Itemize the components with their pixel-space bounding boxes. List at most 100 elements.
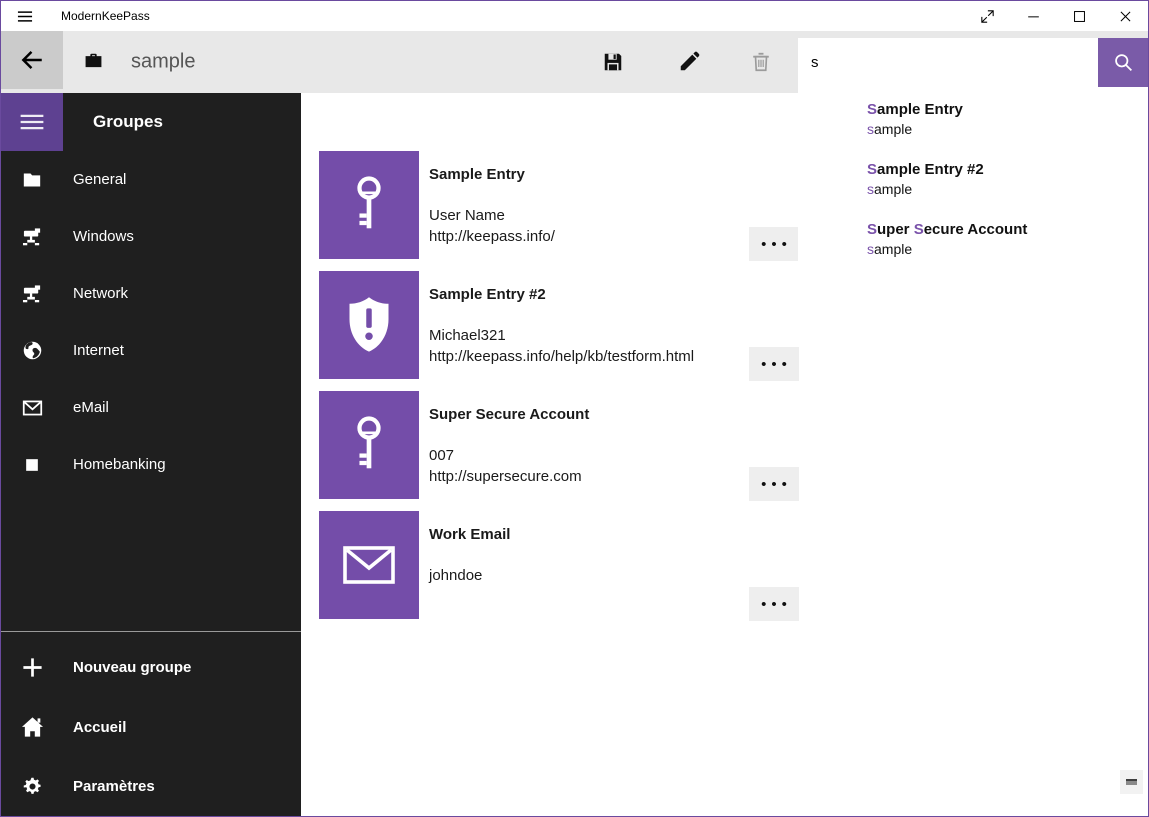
entry-item[interactable]: Sample Entry User Namehttp://keepass.inf… — [319, 151, 799, 271]
globe-icon — [1, 340, 63, 361]
close-button[interactable] — [1102, 1, 1148, 31]
network-icon — [1, 284, 63, 304]
sidebar-footer-list: Nouveau groupe Accueil Paramètres — [1, 638, 301, 817]
sidebar-group-item[interactable]: Internet — [1, 322, 301, 379]
titlebar-menu-button[interactable] — [1, 1, 49, 31]
email-icon — [319, 511, 419, 619]
entry-detail-line: johndoe — [429, 565, 482, 586]
sidebar-item-label: Accueil — [73, 719, 126, 736]
entry-list: Sample Entry User Namehttp://keepass.inf… — [319, 151, 799, 631]
entry-title: Work Email — [429, 526, 510, 543]
search-suggestion[interactable]: Super Secure Account sample — [798, 215, 1148, 275]
caption-buttons — [964, 1, 1148, 31]
ellipsis-icon: ••• — [761, 237, 792, 252]
titlebar: ModernKeePass — [1, 1, 1148, 31]
entry-item[interactable]: Work Email johndoe ••• — [319, 511, 799, 631]
folder-icon — [1, 171, 63, 189]
suggestion-title: Sample Entry — [867, 101, 1148, 118]
sidebar: Groupes General Windows Network Internet — [1, 93, 301, 816]
maximize-button[interactable] — [1056, 1, 1102, 31]
plus-icon — [1, 656, 63, 679]
sidebar-item-label: eMail — [73, 399, 109, 416]
edit-button[interactable] — [665, 39, 713, 85]
back-arrow-icon — [19, 47, 45, 73]
key-icon — [319, 391, 419, 499]
sidebar-item-label: Internet — [73, 342, 124, 359]
sidebar-footer-item[interactable]: Nouveau groupe — [1, 638, 301, 698]
entry-detail-line: http://supersecure.com — [429, 466, 582, 487]
more-button[interactable]: ••• — [749, 467, 799, 501]
entry-detail-line: User Name — [429, 205, 555, 226]
entry-details: User Namehttp://keepass.info/ — [429, 205, 555, 247]
zoom-out-button[interactable] — [1120, 770, 1143, 794]
entry-details: johndoe — [429, 565, 482, 586]
ellipsis-icon: ••• — [761, 597, 792, 612]
sidebar-group-item[interactable]: Network — [1, 265, 301, 322]
delete-button[interactable] — [737, 39, 785, 85]
command-bar: sample — [1, 31, 1148, 93]
entry-detail-line: 007 — [429, 445, 582, 466]
sidebar-item-label: Nouveau groupe — [73, 659, 191, 676]
entry-item[interactable]: Sample Entry #2 Michael321http://keepass… — [319, 271, 799, 391]
search-suggestions-flyout: Sample Entry sample Sample Entry #2 samp… — [798, 87, 1148, 287]
maximize-icon — [1071, 8, 1088, 25]
entry-item[interactable]: Super Secure Account 007http://supersecu… — [319, 391, 799, 511]
sidebar-footer-item[interactable]: Paramètres — [1, 757, 301, 817]
fullscreen-button[interactable] — [964, 1, 1010, 31]
search-suggestion[interactable]: Sample Entry #2 sample — [798, 155, 1148, 215]
ellipsis-icon: ••• — [761, 477, 792, 492]
envelope-icon — [1, 399, 63, 417]
home-icon — [1, 716, 63, 738]
app-window: ModernKeePass — [0, 0, 1149, 817]
ellipsis-icon: ••• — [761, 357, 792, 372]
nav-hamburger-button[interactable] — [1, 93, 63, 151]
sidebar-item-label: General — [73, 171, 126, 188]
save-button[interactable] — [589, 39, 637, 85]
suggestion-subtitle: sample — [867, 241, 1148, 257]
sidebar-item-label: Network — [73, 285, 128, 302]
hamburger-icon — [18, 111, 46, 133]
briefcase-icon — [84, 54, 103, 71]
back-button[interactable] — [1, 31, 63, 89]
suggestion-subtitle: sample — [867, 181, 1148, 197]
suggestion-title: Sample Entry #2 — [867, 161, 1148, 178]
sidebar-divider — [1, 631, 301, 632]
sidebar-group-item[interactable]: General — [1, 151, 301, 208]
sidebar-group-item[interactable]: eMail — [1, 379, 301, 436]
suggestion-title: Super Secure Account — [867, 221, 1148, 238]
entry-details: Michael321http://keepass.info/help/kb/te… — [429, 325, 694, 367]
sidebar-item-label: Windows — [73, 228, 134, 245]
search-suggestion[interactable]: Sample Entry sample — [798, 95, 1148, 155]
entry-detail-line: Michael321 — [429, 325, 694, 346]
sidebar-item-label: Homebanking — [73, 456, 166, 473]
sidebar-footer-item[interactable]: Accueil — [1, 698, 301, 758]
gear-icon — [1, 776, 63, 797]
minimize-button[interactable] — [1010, 1, 1056, 31]
minus-icon — [1126, 779, 1137, 785]
sidebar-heading: Groupes — [93, 93, 163, 151]
minimize-icon — [1025, 8, 1042, 25]
search-input[interactable] — [798, 38, 1098, 87]
sidebar-group-item[interactable]: Windows — [1, 208, 301, 265]
more-button[interactable]: ••• — [749, 587, 799, 621]
key-icon — [319, 151, 419, 259]
entry-title: Sample Entry #2 — [429, 286, 546, 303]
database-title: sample — [131, 51, 195, 74]
entry-detail-line: http://keepass.info/help/kb/testform.htm… — [429, 346, 694, 367]
entry-details: 007http://supersecure.com — [429, 445, 582, 487]
network-icon — [1, 227, 63, 247]
search-button[interactable] — [1098, 38, 1148, 87]
more-button[interactable]: ••• — [749, 347, 799, 381]
hamburger-icon — [16, 9, 34, 24]
entry-title: Super Secure Account — [429, 406, 589, 423]
shield-alert-icon — [319, 271, 419, 379]
group-list: General Windows Network Internet eMail H… — [1, 151, 301, 493]
search-box — [798, 38, 1098, 87]
pencil-icon — [678, 51, 700, 73]
more-button[interactable]: ••• — [749, 227, 799, 261]
fullscreen-icon — [979, 8, 996, 25]
trash-icon — [750, 51, 772, 73]
app-title: ModernKeePass — [61, 9, 150, 23]
close-icon — [1117, 8, 1134, 25]
sidebar-group-item[interactable]: Homebanking — [1, 436, 301, 493]
